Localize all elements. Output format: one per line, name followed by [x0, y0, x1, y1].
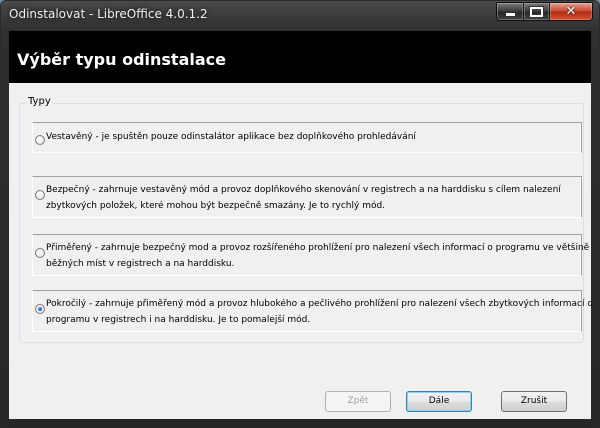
- button-bar: Zpět Dále Zrušit: [9, 373, 591, 419]
- back-button[interactable]: Zpět: [325, 391, 391, 412]
- types-group-label: Typy: [26, 96, 53, 107]
- page-header: Výběr typu odinstalace: [9, 31, 591, 83]
- window-title: Odinstalovat - LibreOffice 4.0.1.2: [9, 7, 208, 21]
- maximize-icon: [529, 5, 544, 18]
- option-safe-label-line2: zbytkových položek, které mohou být bezp…: [46, 201, 386, 211]
- page-title: Výběr typu odinstalace: [17, 50, 226, 69]
- radio-safe[interactable]: [35, 190, 45, 200]
- minimize-button[interactable]: [496, 2, 524, 21]
- minimize-icon: [504, 12, 516, 17]
- radio-built-in[interactable]: [35, 135, 45, 145]
- option-safe-label-line1: Bezpečný - zahrnuje vestavěný mód a prov…: [46, 185, 561, 195]
- radio-advanced[interactable]: [35, 304, 45, 314]
- uninstall-window: Odinstalovat - LibreOffice 4.0.1.2 ✕ Výb…: [0, 0, 600, 428]
- title-bar[interactable]: Odinstalovat - LibreOffice 4.0.1.2 ✕: [1, 1, 599, 29]
- cancel-button[interactable]: Zrušit: [501, 391, 567, 412]
- option-moderate-label-line2: běžných míst v registrech a na harddisku…: [46, 259, 235, 269]
- option-advanced-label-line1: Pokročilý - zahrnuje přiměřený mód a pro…: [46, 299, 593, 309]
- option-advanced-label-line2: programu v registrech i na harddisku. Je…: [46, 315, 311, 325]
- next-button[interactable]: Dále: [406, 391, 472, 412]
- option-safe[interactable]: Bezpečný - zahrnuje vestavěný mód a prov…: [32, 176, 582, 218]
- option-built-in[interactable]: Vestavěný - je spuštěn pouze odinstaláto…: [32, 122, 582, 153]
- radio-moderate[interactable]: [35, 248, 45, 258]
- content-area: Typy Vestavěný - je spuštěn pouze odinst…: [9, 83, 593, 373]
- maximize-button[interactable]: [524, 2, 550, 21]
- option-moderate[interactable]: Přiměřený - zahrnuje bezpečný mod a prov…: [32, 234, 589, 276]
- types-groupbox: Typy Vestavěný - je spuštěn pouze odinst…: [19, 96, 593, 343]
- close-icon: ✕: [565, 4, 577, 19]
- option-built-in-label: Vestavěný - je spuštěn pouze odinstaláto…: [46, 132, 416, 142]
- option-advanced[interactable]: Pokročilý - zahrnuje přiměřený mód a pro…: [32, 290, 593, 332]
- window-controls: ✕: [496, 2, 593, 21]
- option-moderate-label-line1: Přiměřený - zahrnuje bezpečný mod a prov…: [46, 243, 590, 253]
- close-button[interactable]: ✕: [550, 2, 593, 21]
